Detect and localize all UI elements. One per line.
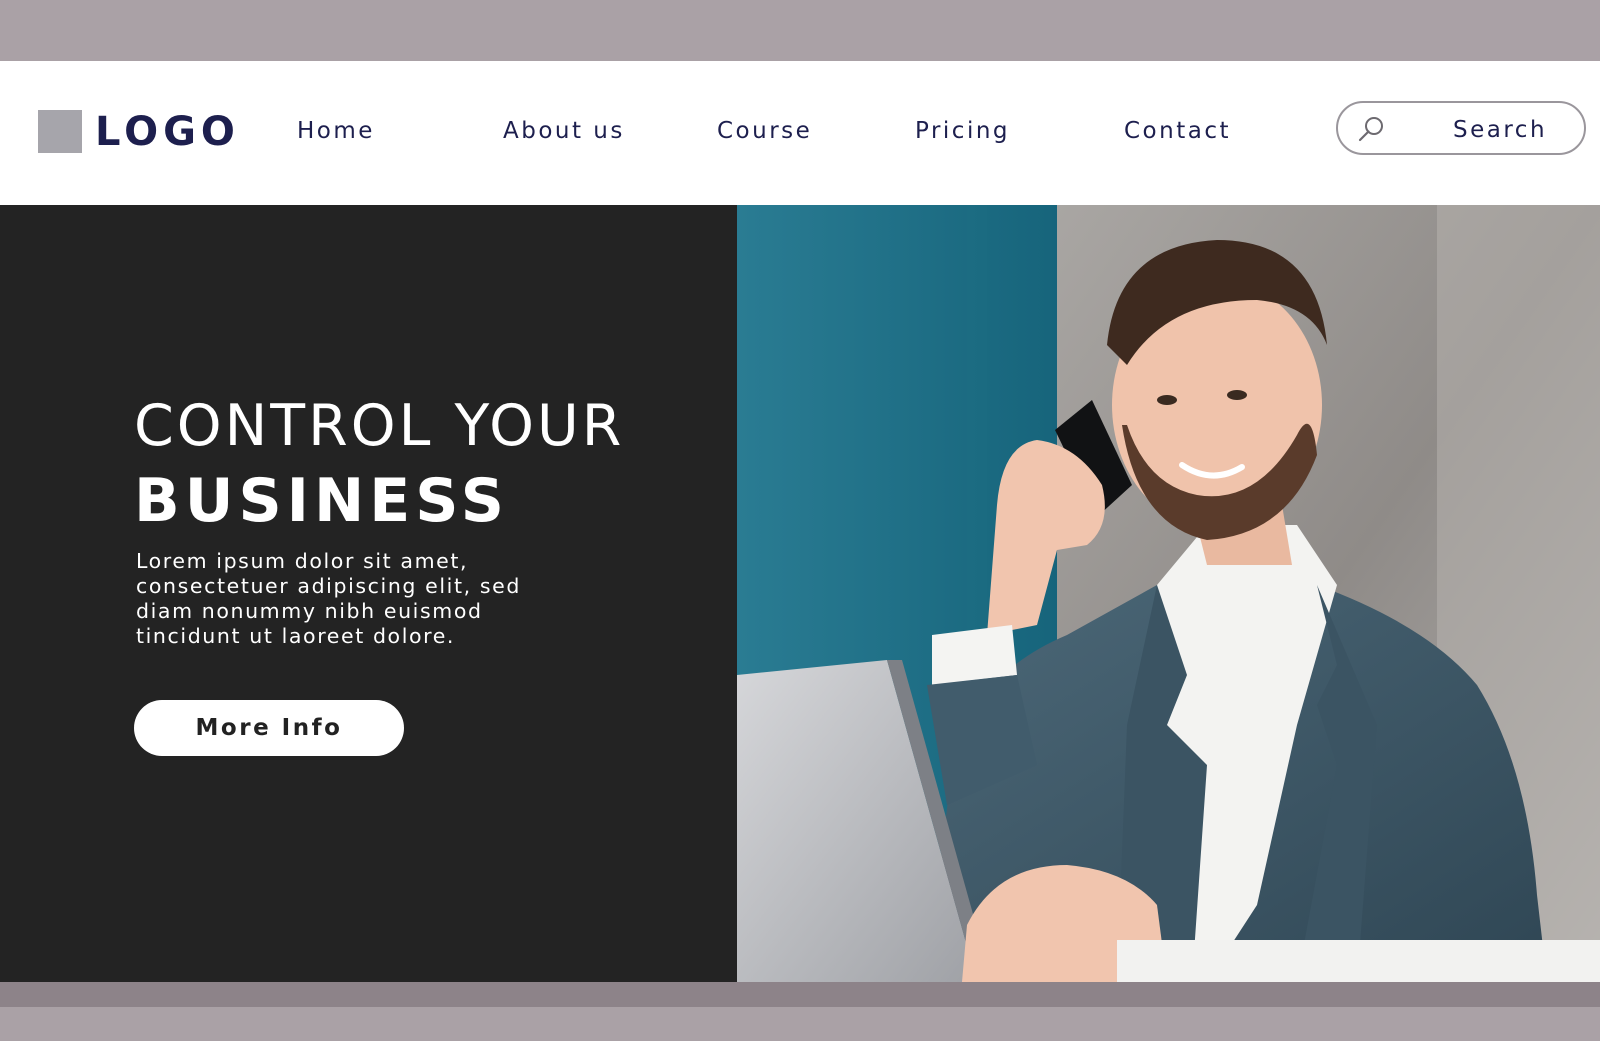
nav-pricing[interactable]: Pricing [915, 116, 1010, 146]
businessman-illustration [737, 205, 1600, 982]
navbar: LOGO Home About us Course Pricing Contac… [0, 61, 1600, 205]
hero-description-line: Lorem ipsum dolor sit amet, [136, 549, 469, 573]
search-icon [1358, 117, 1383, 142]
nav-about-us[interactable]: About us [503, 116, 625, 146]
hero-photo-businessman [737, 205, 1600, 982]
nav-course[interactable]: Course [717, 116, 812, 146]
bottom-band [0, 982, 1600, 1007]
bottom-band-lower [0, 1007, 1600, 1041]
hero-description-line: diam nonummy nibh euismod [136, 599, 483, 623]
logo-mark[interactable] [38, 110, 82, 153]
top-band [0, 0, 1600, 61]
search-input[interactable]: Search [1336, 101, 1586, 155]
hero-description-line: tincidunt ut laoreet dolore. [136, 624, 456, 648]
nav-home[interactable]: Home [297, 116, 375, 146]
hero-description-line: consectetuer adipiscing elit, sed [136, 574, 521, 598]
hero-headline-line2: BUSINESS [134, 466, 509, 536]
search-placeholder: Search [1453, 117, 1548, 143]
logo-text[interactable]: LOGO [95, 107, 240, 157]
nav-contact[interactable]: Contact [1124, 116, 1231, 146]
hero-section: CONTROL YOUR BUSINESS Lorem ipsum dolor … [0, 205, 1600, 982]
more-info-button[interactable]: More Info [134, 700, 404, 756]
hero-headline-line1: CONTROL YOUR [134, 393, 625, 459]
hero-description: Lorem ipsum dolor sit amet, consectetuer… [136, 549, 576, 649]
hero-text-panel: CONTROL YOUR BUSINESS Lorem ipsum dolor … [0, 205, 737, 982]
